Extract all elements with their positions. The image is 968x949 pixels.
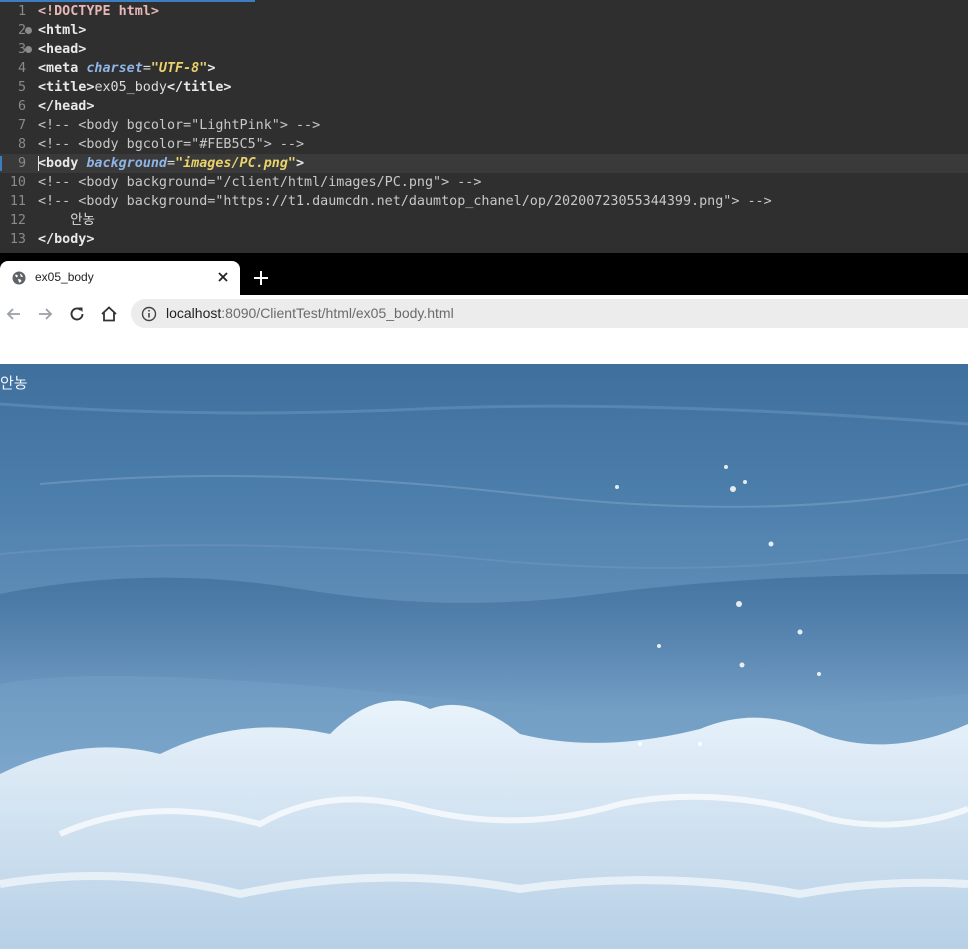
code-line[interactable]: 12 안농 bbox=[0, 211, 968, 230]
line-code: <!DOCTYPE html> bbox=[38, 4, 159, 19]
info-icon[interactable] bbox=[141, 306, 157, 322]
forward-arrow-icon[interactable] bbox=[35, 304, 55, 324]
code-line[interactable]: 1 <!DOCTYPE html> bbox=[0, 2, 968, 21]
line-gutter: 1 bbox=[0, 2, 30, 21]
code-line[interactable]: 5 <title>ex05_body</title> bbox=[0, 78, 968, 97]
text-caret bbox=[38, 156, 39, 171]
line-gutter: 12 bbox=[0, 211, 30, 230]
line-number: 11 bbox=[9, 194, 26, 209]
current-line-marker bbox=[0, 156, 2, 171]
page-body-text: 안농 bbox=[0, 374, 28, 392]
line-code: </body> bbox=[38, 232, 95, 247]
line-number: 10 bbox=[9, 175, 26, 190]
home-icon[interactable] bbox=[99, 304, 119, 324]
line-code: <title>ex05_body</title> bbox=[38, 80, 232, 95]
code-line[interactable]: 3 <head> bbox=[0, 40, 968, 59]
line-gutter: 4 bbox=[0, 59, 30, 78]
line-code: <head> bbox=[38, 42, 87, 57]
fold-toggle-icon[interactable] bbox=[25, 46, 32, 53]
line-code: <body background="images/PC.png"> bbox=[38, 156, 305, 171]
line-code: 안농 bbox=[38, 213, 95, 228]
line-code: <!-- <body background="/client/html/imag… bbox=[38, 175, 482, 190]
code-line[interactable]: 13 </body> bbox=[0, 230, 968, 249]
reload-icon[interactable] bbox=[67, 304, 87, 324]
line-number: 4 bbox=[17, 61, 26, 76]
line-gutter: 8 bbox=[0, 135, 30, 154]
globe-icon bbox=[12, 271, 26, 285]
back-arrow-icon[interactable] bbox=[4, 304, 24, 324]
line-gutter: 7 bbox=[0, 116, 30, 135]
line-gutter: 3 bbox=[0, 40, 32, 59]
water-background-image bbox=[0, 402, 968, 949]
line-gutter: 10 bbox=[0, 173, 30, 192]
line-gutter: 11 bbox=[0, 192, 30, 211]
plus-icon[interactable] bbox=[252, 269, 270, 287]
line-code: <html> bbox=[38, 23, 87, 38]
code-lines[interactable]: 1 <!DOCTYPE html> 2 <html> 3 <head> 4 <meta cha… bbox=[0, 2, 968, 249]
code-line[interactable]: 4 <meta charset="UTF-8"> bbox=[0, 59, 968, 78]
line-number: 6 bbox=[17, 99, 26, 114]
url-path: :8090/ClientTest/html/ex05_body.html bbox=[221, 305, 454, 321]
address-bar[interactable]: localhost:8090/ClientTest/html/ex05_body… bbox=[131, 299, 968, 328]
code-line[interactable]: 10 <!-- <body background="/client/html/im… bbox=[0, 173, 968, 192]
code-line[interactable]: 7 <!-- <body bgcolor="LightPink"> --> bbox=[0, 116, 968, 135]
code-line[interactable]: 2 <html> bbox=[0, 21, 968, 40]
code-line[interactable]: 11 <!-- <body background="https://t1.daum… bbox=[0, 192, 968, 211]
line-number: 5 bbox=[17, 80, 26, 95]
line-code: <!-- <body bgcolor="LightPink"> --> bbox=[38, 118, 321, 133]
tab-strip: ex05_body bbox=[0, 253, 968, 295]
toolbar-spacer bbox=[0, 333, 968, 364]
line-number: 8 bbox=[17, 137, 26, 152]
line-number: 1 bbox=[17, 4, 26, 19]
line-code: <!-- <body background="https://t1.daumcd… bbox=[38, 194, 772, 209]
line-gutter: 13 bbox=[0, 230, 30, 249]
tab-title: ex05_body bbox=[35, 270, 94, 284]
line-code: <!-- <body bgcolor="#FEB5C5"> --> bbox=[38, 137, 305, 152]
line-number: 9 bbox=[17, 156, 26, 171]
line-gutter: 9 bbox=[0, 154, 30, 173]
line-code: <meta charset="UTF-8"> bbox=[38, 61, 216, 76]
code-line[interactable]: 9 <body background="images/PC.png"> bbox=[0, 154, 968, 173]
line-number: 7 bbox=[17, 118, 26, 133]
line-number: 12 bbox=[9, 213, 26, 228]
close-icon[interactable] bbox=[216, 270, 230, 284]
browser-window: ex05_body localhost:8090/ClientTest/html… bbox=[0, 253, 968, 949]
browser-tab[interactable]: ex05_body bbox=[0, 261, 240, 295]
url-host: localhost bbox=[166, 305, 222, 321]
line-gutter: 5 bbox=[0, 78, 30, 97]
code-editor[interactable]: 1 <!DOCTYPE html> 2 <html> 3 <head> 4 <meta cha… bbox=[0, 0, 968, 253]
page-viewport: 안농 bbox=[0, 364, 968, 949]
fold-toggle-icon[interactable] bbox=[25, 27, 32, 34]
code-line[interactable]: 8 <!-- <body bgcolor="#FEB5C5"> --> bbox=[0, 135, 968, 154]
line-number: 13 bbox=[9, 232, 26, 247]
line-code: </head> bbox=[38, 99, 95, 114]
url-text: localhost:8090/ClientTest/html/ex05_body… bbox=[166, 305, 454, 321]
line-gutter: 2 bbox=[0, 21, 32, 40]
browser-toolbar: localhost:8090/ClientTest/html/ex05_body… bbox=[0, 295, 968, 333]
code-line[interactable]: 6 </head> bbox=[0, 97, 968, 116]
line-gutter: 6 bbox=[0, 97, 30, 116]
